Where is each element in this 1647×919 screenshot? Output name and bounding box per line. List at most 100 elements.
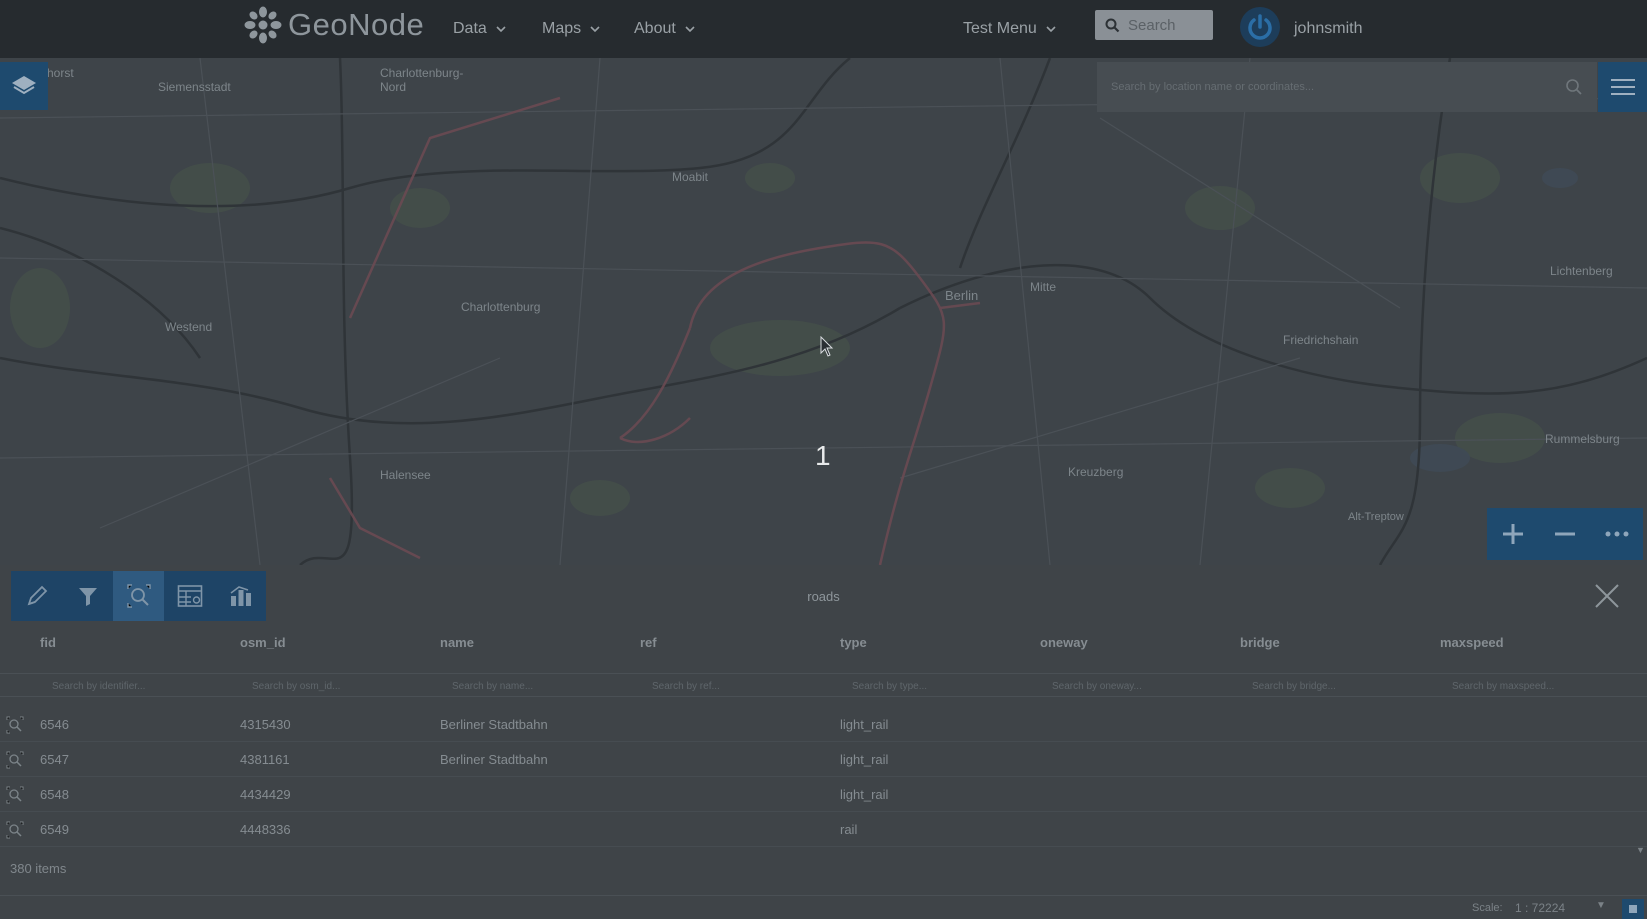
filter-row [0, 673, 1647, 697]
map-label: Westend [165, 320, 213, 334]
filter-input-ref[interactable] [652, 677, 802, 695]
cell-type: light_rail [840, 717, 889, 732]
filter-input-bridge[interactable] [1252, 677, 1402, 695]
cell-osm-id: 4448336 [240, 822, 291, 837]
geonode-logo-icon [244, 6, 282, 44]
zoom-to-feature-icon [6, 786, 24, 804]
zoom-in-icon [1503, 524, 1523, 544]
menu-icon [1610, 79, 1635, 95]
nav-test-menu-label: Test Menu [963, 20, 1037, 37]
column-header-bridge[interactable]: bridge [1240, 635, 1280, 650]
zoom-to-feature-icon [6, 716, 24, 734]
cell-name: Berliner Stadtbahn [440, 752, 548, 767]
cell-type: rail [840, 822, 858, 837]
map-label: Halensee [380, 468, 431, 482]
search-icon [1105, 18, 1120, 32]
footer-tool-button[interactable] [1622, 899, 1644, 919]
map-label: Siemensstadt [158, 80, 231, 94]
chevron-down-icon [1046, 26, 1056, 33]
zoom-out-button[interactable] [1539, 508, 1591, 560]
cell-osm-id: 4381161 [240, 752, 290, 767]
close-icon[interactable] [1592, 581, 1622, 611]
power-icon [1248, 14, 1272, 40]
header-search [1095, 10, 1213, 40]
scale-label: Scale: [1472, 902, 1503, 914]
zoom-in-button[interactable] [1487, 508, 1539, 560]
zoom-out-icon [1555, 532, 1575, 536]
filter-input-maxspeed[interactable] [1452, 677, 1602, 695]
chevron-down-icon [685, 26, 695, 33]
table-row[interactable]: 6549 4448336 rail [0, 813, 1647, 847]
nav-data-menu[interactable]: Data [453, 0, 507, 58]
filter-input-osm-id[interactable] [252, 677, 402, 695]
nav-maps-label: Maps [542, 20, 582, 37]
filter-input-name[interactable] [452, 677, 602, 695]
column-header-oneway[interactable]: oneway [1040, 635, 1088, 650]
map-label: Mitte [1030, 280, 1057, 294]
zoom-to-feature-icon [6, 821, 24, 839]
nav-about-menu[interactable]: About [634, 0, 696, 58]
map-search-bar [1097, 62, 1597, 112]
map-label: Alt-Treptow [1348, 511, 1404, 523]
filter-input-fid[interactable] [52, 677, 202, 695]
row-zoom-button[interactable] [2, 713, 28, 737]
row-zoom-button[interactable] [2, 818, 28, 842]
cell-osm-id: 4434429 [240, 787, 291, 802]
feature-grid-panel: roads fid osm_id name ref type oneway br… [0, 565, 1647, 919]
user-menu[interactable]: johnsmith [1294, 0, 1362, 58]
layers-icon [12, 76, 36, 95]
brand-name: GeoNode [288, 7, 425, 42]
nav-data-label: Data [453, 20, 487, 37]
column-header-maxspeed[interactable]: maxspeed [1440, 635, 1504, 650]
map-footer: Scale: 1 : 72224 ▼ [0, 895, 1647, 919]
cell-type: light_rail [840, 752, 889, 767]
map-label: Kreuzberg [1068, 465, 1124, 479]
scale-select[interactable]: 1 : 72224 [1515, 901, 1565, 915]
column-header-ref[interactable]: ref [640, 635, 657, 650]
nav-test-menu[interactable]: Test Menu [963, 0, 1057, 58]
more-icon [1605, 531, 1629, 537]
map-label: horst [47, 66, 74, 80]
map-label: Rummelsburg [1545, 432, 1620, 446]
chevron-down-icon [590, 26, 600, 33]
map-label: Charlottenburg-Nord [380, 66, 464, 94]
top-navbar: GeoNode Data Maps About Test Menu johnsm… [0, 0, 1647, 58]
cell-fid: 6549 [40, 822, 69, 837]
table-header: fid osm_id name ref type oneway bridge m… [0, 635, 1647, 663]
column-header-osm-id[interactable]: osm_id [240, 635, 286, 650]
filter-input-oneway[interactable] [1052, 677, 1202, 695]
search-icon[interactable] [1565, 78, 1583, 96]
column-header-name[interactable]: name [440, 635, 474, 650]
layers-button[interactable] [0, 62, 48, 110]
cell-type: light_rail [840, 787, 889, 802]
item-count: 380 items [10, 861, 67, 876]
burger-menu-button[interactable] [1598, 62, 1647, 112]
map-search-input[interactable] [1111, 81, 1565, 93]
chevron-down-icon[interactable]: ▼ [1596, 900, 1606, 911]
table-row[interactable]: 6548 4434429 light_rail [0, 778, 1647, 812]
mouse-cursor-icon [820, 336, 834, 357]
column-header-type[interactable]: type [840, 635, 867, 650]
row-zoom-button[interactable] [2, 748, 28, 772]
map-viewport[interactable]: horst Siemensstadt Charlottenburg-Nord M… [0, 58, 1647, 565]
cell-fid: 6546 [40, 717, 69, 732]
table-row[interactable]: 6546 4315430 Berliner Stadtbahn light_ra… [0, 708, 1647, 742]
step-marker: 1 [815, 440, 831, 471]
nav-about-label: About [634, 20, 676, 37]
header-search-input[interactable] [1128, 16, 1208, 34]
table-row[interactable]: 6547 4381161 Berliner Stadtbahn light_ra… [0, 743, 1647, 777]
brand-logo[interactable]: GeoNode [244, 6, 424, 44]
cell-fid: 6547 [40, 752, 69, 767]
cell-osm-id: 4315430 [240, 717, 291, 732]
map-label: Lichtenberg [1550, 264, 1613, 278]
map-label: Berlin [945, 288, 979, 303]
filter-input-type[interactable] [852, 677, 1002, 695]
zoom-controls [1487, 508, 1643, 560]
column-header-fid[interactable]: fid [40, 635, 56, 650]
scroll-down-arrow[interactable]: ▼ [1636, 845, 1645, 855]
chevron-down-icon [496, 26, 506, 33]
nav-maps-menu[interactable]: Maps [542, 0, 601, 58]
user-avatar[interactable] [1240, 7, 1280, 47]
more-tools-button[interactable] [1591, 508, 1643, 560]
row-zoom-button[interactable] [2, 783, 28, 807]
